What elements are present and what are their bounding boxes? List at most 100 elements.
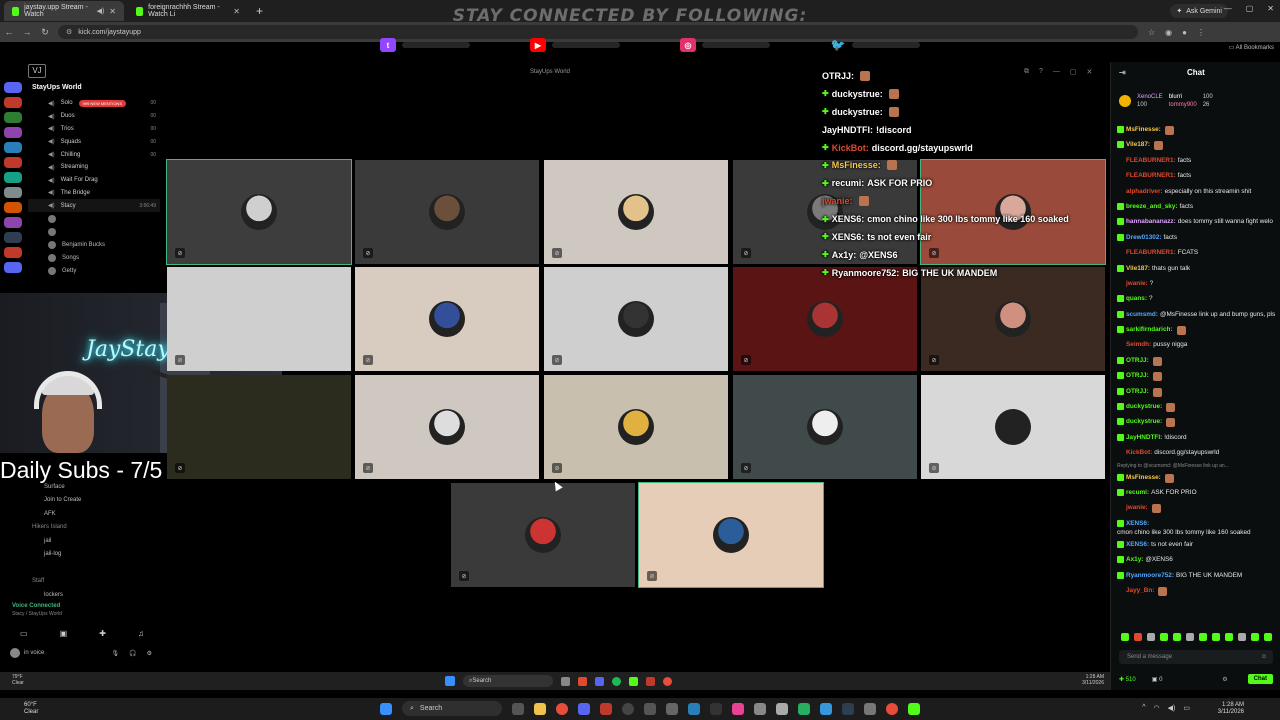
back-icon[interactable]: ← <box>0 27 18 37</box>
chat-message[interactable]: FLEABURNER1: facts <box>1117 170 1279 185</box>
chat-message[interactable]: alphadriver: especially on this streamin … <box>1117 186 1279 201</box>
chrome-icon[interactable] <box>556 702 568 715</box>
points-display[interactable]: ✚ 510 <box>1119 676 1136 683</box>
chat-username[interactable]: Ax1y: <box>1126 556 1143 564</box>
reload-icon[interactable]: ↻ <box>36 27 54 38</box>
discord-icon[interactable] <box>578 702 590 715</box>
bookmark-star-icon[interactable]: ☆ <box>1148 28 1155 37</box>
chat-username[interactable]: alphadriver: <box>1126 188 1163 196</box>
menu-icon[interactable]: ⋮ <box>1197 28 1205 37</box>
chat-message[interactable]: Vile187: thats gun talk <box>1117 263 1279 278</box>
app-icon[interactable] <box>754 702 766 715</box>
app-icon[interactable] <box>644 702 656 715</box>
chat-message[interactable]: duckystrue: <box>1117 401 1279 416</box>
terminal-icon[interactable] <box>710 702 722 715</box>
obs-icon[interactable] <box>622 702 634 715</box>
chat-message[interactable]: hannabananazz: does tommy still wanna fig… <box>1117 216 1279 231</box>
chat-username[interactable]: KickBot: <box>1126 449 1152 457</box>
emote-icon[interactable] <box>1121 633 1129 641</box>
emote-icon[interactable] <box>1212 633 1220 641</box>
chat-username[interactable]: jwanie: <box>1126 280 1148 288</box>
chat-send-button[interactable]: Chat <box>1247 674 1273 684</box>
emote-icon[interactable] <box>1251 633 1259 641</box>
chat-message[interactable]: JayHNDTFI: !discord <box>1117 432 1279 447</box>
collapse-chat-icon[interactable]: ⇥ <box>1119 68 1126 77</box>
chat-username[interactable]: sarkifirndarich: <box>1126 326 1173 334</box>
chat-message[interactable]: Ax1y: @XENS6 <box>1117 554 1279 569</box>
chat-message[interactable]: OTRJJ: <box>1117 355 1279 370</box>
chat-message[interactable]: FLEABURNER1: FCATS <box>1117 247 1279 262</box>
chat-message[interactable]: Drew01302: facts <box>1117 232 1279 247</box>
emote-icon[interactable] <box>1173 633 1181 641</box>
chat-username[interactable]: JayHNDTFI: <box>1126 434 1162 442</box>
app-icon[interactable] <box>732 702 744 715</box>
chat-username[interactable]: FLEABURNER1: <box>1126 249 1176 257</box>
chat-username[interactable]: Drew01302: <box>1126 234 1162 242</box>
close-window-icon[interactable]: ✕ <box>1267 4 1274 13</box>
chat-username[interactable]: XENS6: <box>1126 541 1149 549</box>
url-input[interactable]: ⚙ kick.com/jaystayupp <box>58 25 1138 39</box>
chat-message[interactable]: XENS6: ts not even fair <box>1117 539 1279 554</box>
chat-username[interactable]: duckystrue: <box>1126 403 1162 411</box>
windows-start-icon[interactable] <box>380 702 392 715</box>
chat-username[interactable]: MsFinesse: <box>1126 126 1161 134</box>
weather-widget[interactable]: 60°F Clear <box>24 702 38 716</box>
taskbar-clock[interactable]: 1:28 AM 3/11/2026 <box>1218 702 1244 716</box>
forward-icon[interactable]: → <box>18 27 36 37</box>
chat-message[interactable]: Jayy_Bn: <box>1117 585 1279 600</box>
chat-username[interactable]: scumsmd: <box>1126 311 1158 319</box>
chat-message[interactable]: Ryanmoore752: BIG THE UK MANDEM <box>1117 570 1279 585</box>
taskbar-search-box[interactable]: ⌕ Search <box>402 701 502 716</box>
chat-message[interactable]: recumi: ASK FOR PRIO <box>1117 487 1279 502</box>
chat-username[interactable]: FLEABURNER1: <box>1126 157 1176 165</box>
kick-icon[interactable] <box>908 702 920 715</box>
chat-message[interactable]: jwanie: <box>1117 502 1279 517</box>
chat-username[interactable]: XENS6: <box>1126 520 1149 528</box>
chat-username[interactable]: MsFinesse: <box>1126 474 1161 482</box>
task-view-icon[interactable] <box>512 702 524 715</box>
emote-icon[interactable] <box>1264 633 1272 641</box>
emote-icon[interactable] <box>1160 633 1168 641</box>
settings-icon[interactable] <box>776 702 788 715</box>
chat-message[interactable]: jwanie:? <box>1117 278 1279 293</box>
edge-icon[interactable] <box>688 702 700 715</box>
chat-username[interactable]: Vile187: <box>1126 141 1150 149</box>
chat-username[interactable]: breeze_and_sky: <box>1126 203 1178 211</box>
chat-message[interactable]: quans:? <box>1117 293 1279 308</box>
emote-icon[interactable] <box>1134 633 1142 641</box>
emote-icon[interactable] <box>1238 633 1246 641</box>
app-icon[interactable] <box>842 702 854 715</box>
chat-username[interactable]: quans: <box>1126 295 1147 303</box>
emoji-icon[interactable]: ☺ <box>1261 654 1273 660</box>
adobe-icon[interactable] <box>600 702 612 715</box>
emote-icon[interactable] <box>1225 633 1233 641</box>
chat-username[interactable]: OTRJJ: <box>1126 388 1149 396</box>
chat-username[interactable]: Jayy_Bn: <box>1126 587 1154 595</box>
chat-message[interactable]: Seimdh: pussy nigga <box>1117 339 1279 354</box>
emote-icon[interactable] <box>1186 633 1194 641</box>
chat-message[interactable]: KickBot: discord.gg/stayupswrld <box>1117 447 1279 462</box>
file-explorer-icon[interactable] <box>534 702 546 715</box>
all-bookmarks-link[interactable]: ▭ All Bookmarks <box>1229 44 1274 51</box>
chat-message[interactable]: MsFinesse: <box>1117 124 1279 139</box>
chat-message[interactable]: sarkifirndarich: <box>1117 324 1279 339</box>
chat-username[interactable]: Vile187: <box>1126 265 1150 273</box>
chat-message[interactable]: MsFinesse: <box>1117 472 1279 487</box>
battery-icon[interactable]: ▭ <box>1183 704 1190 712</box>
send-message-input[interactable]: Send a message ☺ <box>1119 650 1273 664</box>
app-icon[interactable] <box>666 702 678 715</box>
chat-username[interactable]: OTRJJ: <box>1126 357 1149 365</box>
chat-message[interactable]: scumsmd: @MsFinesse link up and bump guns… <box>1117 309 1279 324</box>
chat-username[interactable]: Seimdh: <box>1126 341 1151 349</box>
chat-message[interactable]: OTRJJ: <box>1117 370 1279 385</box>
app-icon[interactable] <box>864 702 876 715</box>
extension-icon[interactable]: ◉ <box>1165 28 1172 37</box>
chat-username[interactable]: hannabananazz: <box>1126 218 1176 226</box>
chevron-up-icon[interactable]: ^ <box>1142 704 1145 712</box>
profile-icon[interactable]: ● <box>1182 28 1187 37</box>
chat-username[interactable]: Ryanmoore752: <box>1126 572 1174 580</box>
chat-username[interactable]: duckystrue: <box>1126 418 1162 426</box>
chrome-icon[interactable] <box>886 702 898 715</box>
app-icon[interactable] <box>798 702 810 715</box>
emote-icon[interactable] <box>1199 633 1207 641</box>
